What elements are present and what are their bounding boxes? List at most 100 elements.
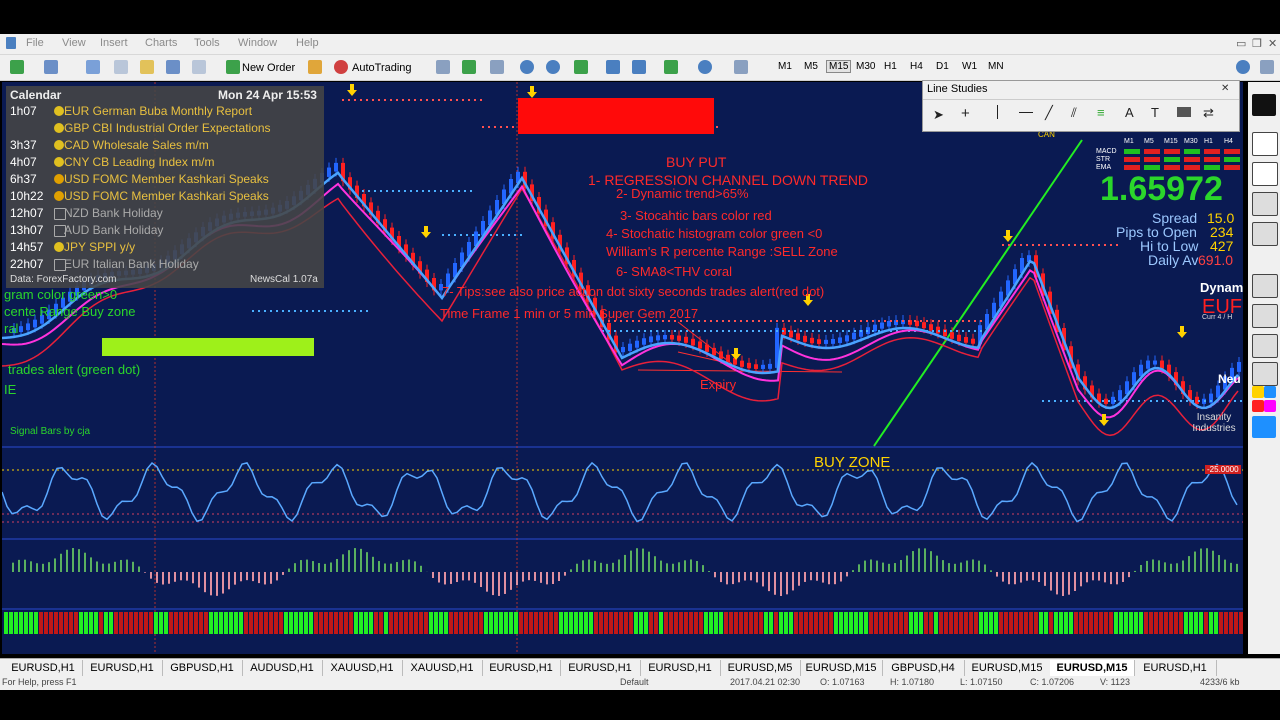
- zoom-out-icon[interactable]: [546, 60, 560, 74]
- label-icon[interactable]: T: [1151, 105, 1159, 120]
- camera-icon[interactable]: [1252, 334, 1278, 358]
- color-palette-icon[interactable]: [1252, 416, 1276, 438]
- menu-file[interactable]: File: [26, 37, 44, 49]
- status-traffic: 4233/6 kb: [1200, 677, 1240, 687]
- chart-tab[interactable]: EURUSD,M15: [1050, 660, 1135, 676]
- trend-tf-label: M5: [1144, 138, 1154, 145]
- autotrading-button[interactable]: AutoTrading: [352, 60, 412, 76]
- restore-icon[interactable]: ❐: [1252, 37, 1262, 50]
- status-time: 2017.04.21 02:30: [730, 677, 801, 687]
- chart-tab[interactable]: AUDUSD,H1: [242, 660, 323, 676]
- chart-tab[interactable]: EURUSD,H1: [82, 660, 163, 676]
- metaeditor-icon[interactable]: [308, 60, 322, 74]
- terminal-icon[interactable]: [166, 60, 180, 74]
- daily-value: 691.0: [1198, 252, 1234, 268]
- fibo-icon[interactable]: ≡: [1097, 105, 1105, 120]
- menu-view[interactable]: View: [62, 37, 86, 49]
- close-icon[interactable]: ✕: [1268, 37, 1277, 50]
- line-studies-close-icon[interactable]: ✕: [1221, 83, 1229, 94]
- document-icon[interactable]: [1252, 362, 1278, 386]
- chart-tab[interactable]: EURUSD,H1: [560, 660, 641, 676]
- chart-tab[interactable]: EURUSD,H1: [1134, 660, 1217, 676]
- crosshair-icon[interactable]: +: [961, 105, 970, 122]
- arrows-icon[interactable]: ⇄: [1203, 105, 1214, 121]
- horizontal-line-icon[interactable]: [1019, 112, 1033, 113]
- tester-icon[interactable]: [192, 60, 206, 74]
- tf-m1[interactable]: M1: [778, 61, 792, 72]
- periods-icon[interactable]: [698, 60, 712, 74]
- tf-h1[interactable]: H1: [884, 61, 897, 72]
- market-watch-icon[interactable]: [86, 60, 100, 74]
- color-red-swatch[interactable]: [1252, 400, 1264, 412]
- chart-tab[interactable]: EURUSD,M5: [720, 660, 801, 676]
- trend-cell: [1144, 157, 1160, 162]
- new-chart-icon[interactable]: [10, 60, 24, 74]
- menu-insert[interactable]: Insert: [100, 37, 128, 49]
- autotrading-icon[interactable]: [334, 60, 348, 74]
- search-icon[interactable]: [1236, 60, 1250, 74]
- eraser-icon[interactable]: [1252, 222, 1278, 246]
- color-yellow-swatch[interactable]: [1252, 386, 1264, 398]
- calendar-row: 13h07 AUD Bank Holiday: [6, 223, 324, 240]
- menu-tools[interactable]: Tools: [194, 37, 220, 49]
- tf-m30[interactable]: M30: [856, 61, 875, 72]
- pencil-icon[interactable]: [1252, 192, 1278, 216]
- navigator-icon[interactable]: [114, 60, 128, 74]
- calendar-row: 10h22 USD FOMC Member Kashkari Speaks: [6, 189, 324, 206]
- data-window-icon[interactable]: [140, 60, 154, 74]
- vertical-line-icon[interactable]: [997, 105, 998, 119]
- tf-h4[interactable]: H4: [910, 61, 923, 72]
- tf-w1[interactable]: W1: [962, 61, 977, 72]
- tf-d1[interactable]: D1: [936, 61, 949, 72]
- chart-tab[interactable]: EURUSD,H1: [482, 660, 561, 676]
- bar-chart-icon[interactable]: [436, 60, 450, 74]
- templates-icon[interactable]: [734, 60, 748, 74]
- trend-cell: [1124, 157, 1140, 162]
- menu-bar: File View Insert Charts Tools Window Hel…: [0, 34, 1280, 55]
- chart-tab[interactable]: GBPUSD,H1: [162, 660, 243, 676]
- impact-icon: [54, 140, 64, 150]
- line-chart-icon[interactable]: [490, 60, 504, 74]
- calendar-time: 4h07: [10, 155, 37, 169]
- color-magenta-swatch[interactable]: [1264, 400, 1276, 412]
- chart-shift-icon[interactable]: [606, 60, 620, 74]
- note-line-5: IE: [4, 382, 17, 397]
- menu-icon[interactable]: [1260, 60, 1274, 74]
- new-order-button[interactable]: New Order: [242, 60, 295, 76]
- trend-tf-label: M15: [1164, 138, 1178, 145]
- chart-tab[interactable]: EURUSD,M15: [964, 660, 1051, 676]
- trendline-icon[interactable]: ╱: [1045, 105, 1053, 121]
- calendar-row: 22h07 EUR Italian Bank Holiday: [6, 257, 324, 274]
- minimize-icon[interactable]: ▭: [1236, 37, 1246, 50]
- new-order-icon[interactable]: [226, 60, 240, 74]
- zoom-in-icon[interactable]: [520, 60, 534, 74]
- chart-tab[interactable]: XAUUSD,H1: [402, 660, 483, 676]
- tile-windows-icon[interactable]: [574, 60, 588, 74]
- undo-icon[interactable]: [1252, 274, 1278, 298]
- tf-m5[interactable]: M5: [804, 61, 818, 72]
- tf-mn[interactable]: MN: [988, 61, 1004, 72]
- pen-tool-icon[interactable]: [1252, 94, 1276, 116]
- shapes-icon[interactable]: [1177, 107, 1191, 117]
- color-blue-swatch[interactable]: [1264, 386, 1276, 398]
- tf-m15[interactable]: M15: [826, 60, 852, 73]
- text-icon[interactable]: A: [1125, 105, 1134, 120]
- menu-window[interactable]: Window: [238, 37, 277, 49]
- menu-help[interactable]: Help: [296, 37, 319, 49]
- cursor-icon[interactable]: ➤: [933, 107, 944, 123]
- indicators-icon[interactable]: [664, 60, 678, 74]
- menu-charts[interactable]: Charts: [145, 37, 177, 49]
- trash-icon[interactable]: [1252, 304, 1278, 328]
- pointer-icon[interactable]: [1252, 162, 1278, 186]
- chart-tab[interactable]: GBPUSD,H4: [882, 660, 965, 676]
- app-icon: [6, 37, 16, 49]
- chart-tab[interactable]: EURUSD,H1: [4, 660, 83, 676]
- candlestick-icon[interactable]: [462, 60, 476, 74]
- autoscroll-icon[interactable]: [632, 60, 646, 74]
- profiles-icon[interactable]: [44, 60, 58, 74]
- chart-tab[interactable]: EURUSD,H1: [640, 660, 721, 676]
- chart-tab[interactable]: XAUUSD,H1: [322, 660, 403, 676]
- eye-icon[interactable]: [1252, 132, 1278, 156]
- chart-tab[interactable]: EURUSD,M15: [800, 660, 883, 676]
- channel-icon[interactable]: ⫽: [1071, 105, 1077, 121]
